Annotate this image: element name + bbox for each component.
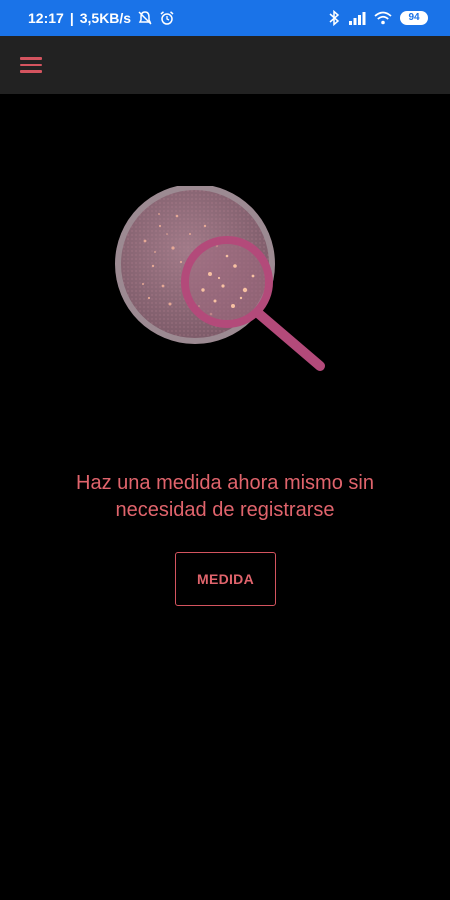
alarm-icon [159, 10, 175, 26]
network-speed: 3,5KB/s [79, 10, 132, 26]
signal-icon [348, 11, 366, 25]
battery-icon: 94 [400, 11, 428, 25]
measure-button[interactable]: MEDIDA [175, 552, 276, 606]
message-line-2: necesidad de registrarse [115, 499, 335, 521]
wifi-icon [374, 11, 392, 25]
status-time: 12:17 [28, 10, 64, 26]
magnifier-on-petri-dish-icon [115, 186, 325, 371]
hamburger-menu-icon[interactable] [20, 52, 46, 78]
status-separator: | [69, 10, 74, 26]
status-bar: 12:17 | 3,5KB/s 94 [0, 0, 450, 36]
alarm-off-icon [137, 10, 153, 26]
intro-message: Haz una medida ahora mismo sin necesidad… [20, 470, 430, 524]
status-left: 12:17 | 3,5KB/s [28, 10, 175, 26]
bluetooth-icon [328, 10, 340, 26]
status-right: 94 [328, 10, 428, 26]
main-content: Haz una medida ahora mismo sin necesidad… [0, 94, 450, 900]
app-bar [0, 36, 450, 94]
message-line-1: Haz una medida ahora mismo sin [76, 472, 374, 494]
